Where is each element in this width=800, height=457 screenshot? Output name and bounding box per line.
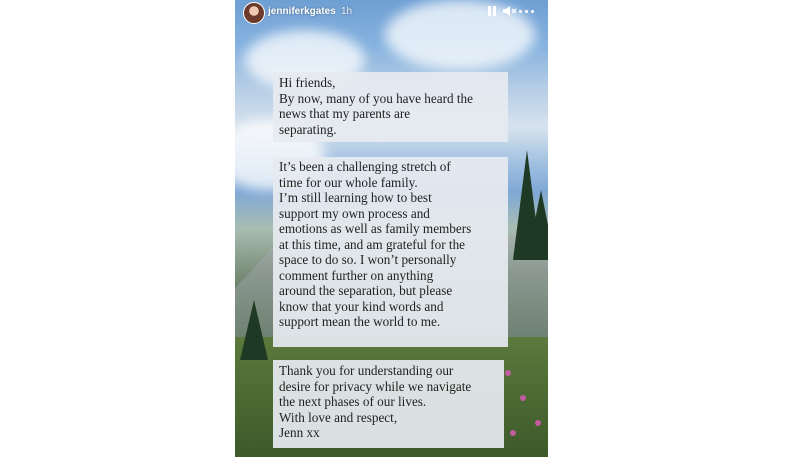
flower — [535, 420, 541, 426]
volume-mute-icon[interactable] — [501, 3, 517, 19]
pause-icon[interactable] — [484, 3, 500, 19]
message-line: With love and respect, — [279, 409, 398, 425]
pine-tree — [527, 190, 548, 260]
message-line: separating. — [279, 121, 337, 137]
message-line: Jenn xx — [279, 425, 320, 440]
message-line: I’m still learning how to best — [279, 190, 432, 205]
message-block-greeting: Hi friends, By now, many of you have hea… — [273, 72, 508, 142]
message-line: support my own process and — [279, 205, 430, 221]
message-line: By now, many of you have heard the — [279, 90, 473, 106]
username[interactable]: jenniferkgates — [268, 6, 336, 17]
flower — [520, 395, 526, 401]
message-line: at this time, and am grateful for the — [279, 236, 466, 252]
message-line: know that your kind words and — [279, 298, 444, 314]
message-line: space to do so. I won’t personally — [279, 252, 457, 267]
message-block-body: It’s been a challenging stretch of time … — [273, 157, 508, 347]
story-header: jenniferkgates 1h — [235, 0, 548, 26]
avatar[interactable] — [243, 2, 265, 24]
message-line: support mean the world to me. — [279, 314, 441, 329]
message-line: It’s been a challenging stretch of — [279, 159, 451, 174]
message-line: the next phases of our lives. — [279, 394, 427, 409]
flower — [505, 370, 511, 376]
message-line: Thank you for understanding our — [279, 363, 454, 378]
message-block-closing: Thank you for understanding our desire f… — [273, 360, 504, 448]
message-line: Hi friends, — [279, 75, 336, 90]
message-line: news that my parents are — [279, 106, 411, 121]
message-line: time for our whole family. — [279, 174, 418, 190]
message-line: emotions as well as family members — [279, 221, 472, 236]
message-line: desire for privacy while we navigate — [279, 378, 472, 394]
pine-tree — [240, 300, 268, 360]
message-line: comment further on anything — [279, 267, 434, 283]
post-time: 1h — [341, 6, 353, 17]
flower — [510, 430, 516, 436]
more-options-icon[interactable] — [517, 3, 537, 19]
message-line: around the separation, but please — [279, 283, 453, 298]
